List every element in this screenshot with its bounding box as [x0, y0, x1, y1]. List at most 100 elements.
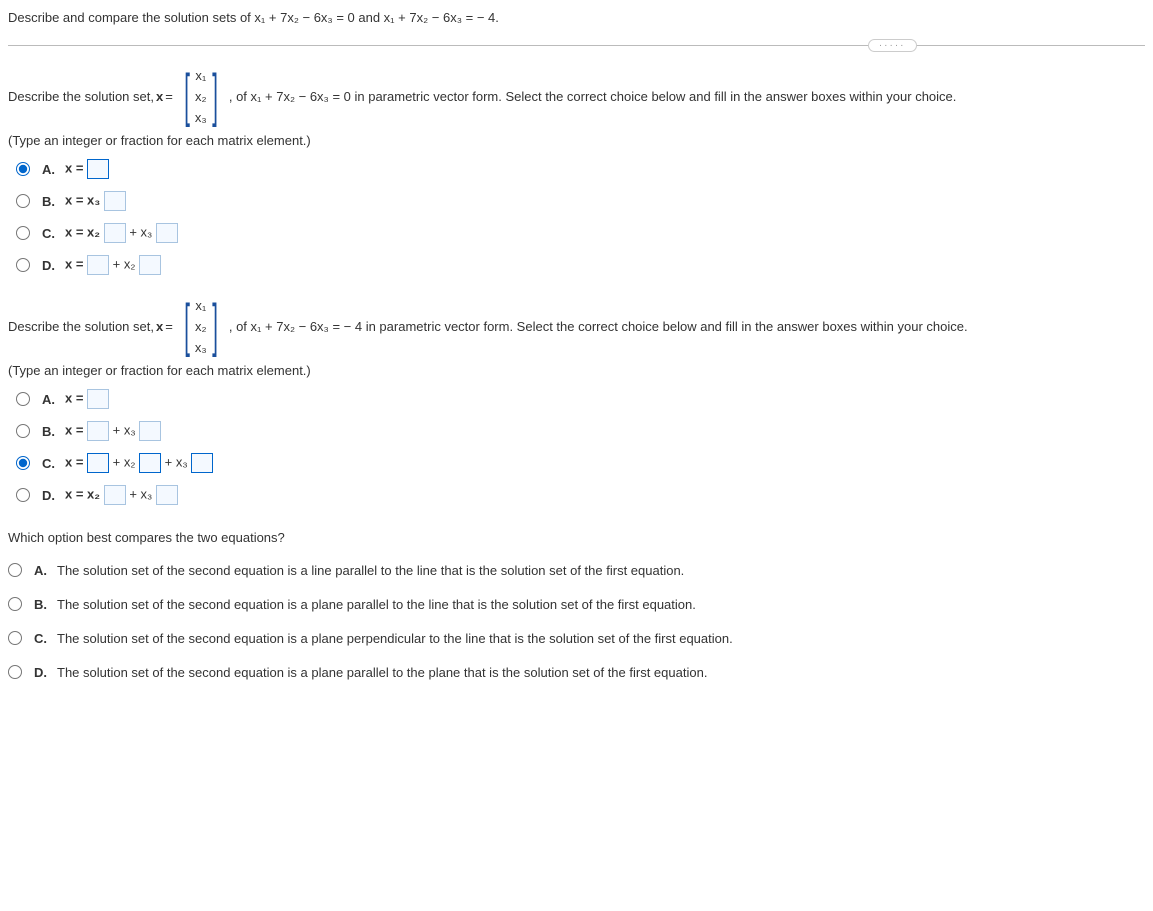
radio-2D[interactable] — [16, 488, 30, 502]
input-box-2D-1[interactable] — [104, 485, 126, 505]
eq-2D-pre: x = x₂ — [65, 486, 100, 501]
section-2: Describe the solution set, x = [ x₁ x₂ x… — [8, 294, 1145, 506]
compare-options: A. The solution set of the second equati… — [8, 559, 1145, 683]
question-header: Describe and compare the solution sets o… — [8, 10, 1145, 46]
input-box-2C-1[interactable] — [87, 453, 109, 473]
text-cB: The solution set of the second equation … — [57, 597, 696, 612]
radio-2B[interactable] — [16, 424, 30, 438]
prompt-pre-2: Describe the solution set, — [8, 319, 154, 334]
eq-2C-mid1: + x₂ — [113, 454, 136, 469]
input-box-2B-1[interactable] — [87, 421, 109, 441]
vec2-r2: x₂ — [195, 319, 207, 334]
compare-A[interactable]: A. The solution set of the second equati… — [8, 559, 1145, 581]
option-2A[interactable]: A. x = — [16, 388, 1145, 410]
radio-1D[interactable] — [16, 258, 30, 272]
radio-2C[interactable] — [16, 456, 30, 470]
input-box-2C-2[interactable] — [139, 453, 161, 473]
radio-1A[interactable] — [16, 162, 30, 176]
input-box-1C-2[interactable] — [156, 223, 178, 243]
input-box-1C-1[interactable] — [104, 223, 126, 243]
text-cA: The solution set of the second equation … — [57, 563, 684, 578]
label-cB: B. — [34, 597, 47, 612]
header-text: Describe and compare the solution sets o… — [8, 10, 499, 25]
radio-cA[interactable] — [8, 563, 22, 577]
vec-r1: x₁ — [195, 68, 207, 83]
prompt-pre: Describe the solution set, — [8, 89, 154, 104]
label-cC: C. — [34, 631, 47, 646]
eq-sign: = — [165, 89, 173, 104]
prompt-post: , of x₁ + 7x₂ − 6x₃ = 0 in parametric ve… — [229, 89, 957, 104]
compare-B[interactable]: B. The solution set of the second equati… — [8, 593, 1145, 615]
eq-2A-pre: x = — [65, 390, 87, 405]
vector-bracket: [ x₁ x₂ x₃ ] — [179, 64, 223, 129]
vec-r2: x₂ — [195, 89, 207, 104]
eq-2D-mid: + x₃ — [129, 486, 152, 501]
label-1B: B. — [42, 194, 55, 209]
radio-cD[interactable] — [8, 665, 22, 679]
option-2B[interactable]: B. x = + x₃ — [16, 420, 1145, 442]
eq-sign-2: = — [165, 319, 173, 334]
eq-1C-pre: x = x₂ — [65, 224, 100, 239]
compare-question: Which option best compares the two equat… — [8, 530, 1145, 545]
input-box-1A[interactable] — [87, 159, 109, 179]
vector-bracket-2: [ x₁ x₂ x₃ ] — [179, 294, 223, 359]
section-1: Describe the solution set, x = [ x₁ x₂ x… — [8, 64, 1145, 276]
input-box-2D-2[interactable] — [156, 485, 178, 505]
right-bracket-icon: ] — [212, 70, 218, 122]
radio-1B[interactable] — [16, 194, 30, 208]
hint-1: (Type an integer or fraction for each ma… — [8, 133, 1145, 148]
input-box-2C-3[interactable] — [191, 453, 213, 473]
x-var: x — [156, 89, 163, 104]
radio-cC[interactable] — [8, 631, 22, 645]
label-2B: B. — [42, 424, 55, 439]
eq-2B-mid: + x₃ — [113, 422, 136, 437]
radio-1C[interactable] — [16, 226, 30, 240]
text-cD: The solution set of the second equation … — [57, 665, 707, 680]
option-1C[interactable]: C. x = x₂ + x₃ — [16, 222, 1145, 244]
option-1A[interactable]: A. x = — [16, 158, 1145, 180]
options-2: A. x = B. x = + x₃ C. x = + x₂ — [16, 388, 1145, 506]
compare-C[interactable]: C. The solution set of the second equati… — [8, 627, 1145, 649]
hint-2: (Type an integer or fraction for each ma… — [8, 363, 1145, 378]
label-1A: A. — [42, 162, 55, 177]
eq-2C-pre: x = — [65, 454, 87, 469]
option-2D[interactable]: D. x = x₂ + x₃ — [16, 484, 1145, 506]
left-bracket-icon: [ — [184, 70, 190, 122]
option-1B[interactable]: B. x = x₃ — [16, 190, 1145, 212]
label-2C: C. — [42, 456, 55, 471]
prompt-row-2: Describe the solution set, x = [ x₁ x₂ x… — [8, 294, 1145, 359]
input-box-2A[interactable] — [87, 389, 109, 409]
prompt-post-2: , of x₁ + 7x₂ − 6x₃ = − 4 in parametric … — [229, 319, 968, 334]
label-2D: D. — [42, 488, 55, 503]
radio-2A[interactable] — [16, 392, 30, 406]
text-cC: The solution set of the second equation … — [57, 631, 733, 646]
options-1: A. x = B. x = x₃ C. x = x₂ + x₃ — [16, 158, 1145, 276]
eq-2B-pre: x = — [65, 422, 87, 437]
input-box-1D-2[interactable] — [139, 255, 161, 275]
label-cD: D. — [34, 665, 47, 680]
vec2-r3: x₃ — [195, 340, 207, 355]
radio-cB[interactable] — [8, 597, 22, 611]
input-box-2B-2[interactable] — [139, 421, 161, 441]
option-2C[interactable]: C. x = + x₂ + x₃ — [16, 452, 1145, 474]
label-cA: A. — [34, 563, 47, 578]
label-2A: A. — [42, 392, 55, 407]
compare-D[interactable]: D. The solution set of the second equati… — [8, 661, 1145, 683]
input-box-1D-1[interactable] — [87, 255, 109, 275]
input-box-1B[interactable] — [104, 191, 126, 211]
vec2-r1: x₁ — [195, 298, 207, 313]
label-1C: C. — [42, 226, 55, 241]
divider-dots-icon: ····· — [868, 39, 917, 52]
prompt-row-1: Describe the solution set, x = [ x₁ x₂ x… — [8, 64, 1145, 129]
eq-1C-mid: + x₃ — [129, 224, 152, 239]
eq-1D-pre: x = — [65, 256, 87, 271]
left-bracket-icon-2: [ — [184, 300, 190, 352]
eq-1B-pre: x = x₃ — [65, 192, 100, 207]
option-1D[interactable]: D. x = + x₂ — [16, 254, 1145, 276]
eq-1A-pre: x = — [65, 160, 87, 175]
vec-r3: x₃ — [195, 110, 207, 125]
eq-1D-mid: + x₂ — [113, 256, 136, 271]
eq-2C-mid2: + x₃ — [165, 454, 188, 469]
x-var-2: x — [156, 319, 163, 334]
label-1D: D. — [42, 258, 55, 273]
